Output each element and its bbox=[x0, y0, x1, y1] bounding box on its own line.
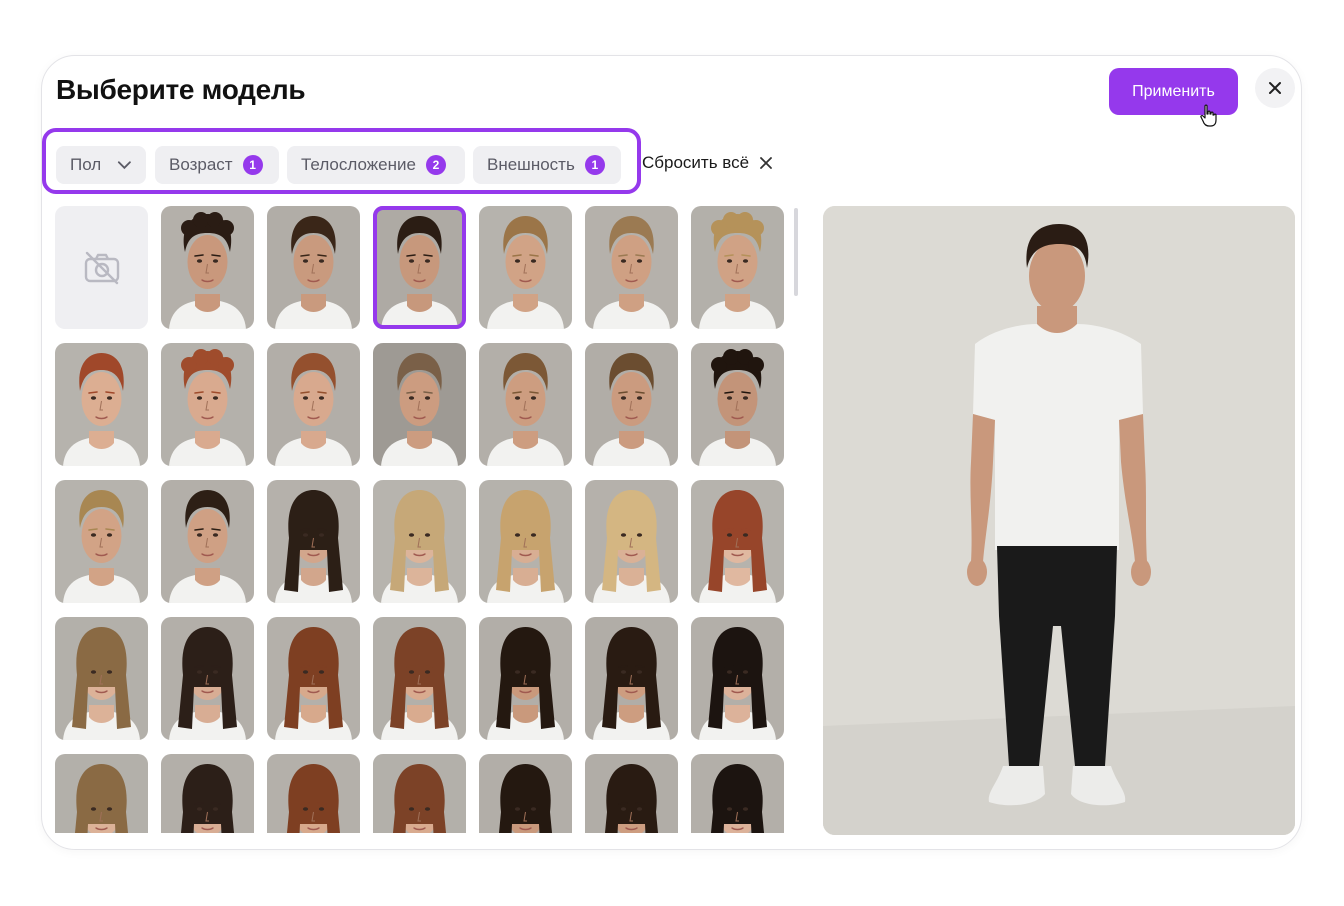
model-portrait bbox=[161, 206, 254, 329]
model-portrait bbox=[161, 617, 254, 740]
filter-age-label: Возраст bbox=[169, 155, 233, 174]
model-portrait bbox=[691, 754, 784, 833]
filter-build-label: Телосложение bbox=[301, 155, 416, 174]
model-portrait bbox=[267, 206, 360, 329]
model-portrait bbox=[55, 480, 148, 603]
model-tile[interactable] bbox=[691, 617, 784, 740]
hand-cursor-icon bbox=[1200, 104, 1217, 127]
model-tile[interactable] bbox=[267, 343, 360, 466]
chevron-down-icon bbox=[118, 161, 132, 170]
model-portrait bbox=[585, 343, 678, 466]
tshirt bbox=[973, 324, 1143, 550]
model-tile[interactable] bbox=[691, 480, 784, 603]
model-tile[interactable] bbox=[267, 754, 360, 833]
model-tile[interactable] bbox=[373, 206, 466, 329]
model-portrait bbox=[55, 617, 148, 740]
model-portrait bbox=[161, 480, 254, 603]
close-button[interactable] bbox=[1255, 68, 1295, 108]
model-tile[interactable] bbox=[161, 617, 254, 740]
model-portrait bbox=[585, 206, 678, 329]
model-portrait bbox=[55, 343, 148, 466]
model-tile[interactable] bbox=[373, 480, 466, 603]
model-portrait bbox=[585, 617, 678, 740]
model-preview bbox=[823, 206, 1295, 835]
model-tile[interactable] bbox=[161, 206, 254, 329]
model-portrait bbox=[373, 617, 466, 740]
model-portrait bbox=[267, 754, 360, 833]
model-tile[interactable] bbox=[479, 617, 572, 740]
model-portrait bbox=[55, 754, 148, 833]
model-portrait bbox=[691, 206, 784, 329]
no-photo-icon bbox=[84, 251, 119, 284]
model-portrait bbox=[479, 480, 572, 603]
model-tile[interactable] bbox=[585, 206, 678, 329]
close-icon bbox=[760, 157, 772, 169]
model-portrait bbox=[585, 754, 678, 833]
model-portrait bbox=[373, 206, 466, 329]
model-tile[interactable] bbox=[585, 343, 678, 466]
model-portrait bbox=[161, 343, 254, 466]
model-tile[interactable] bbox=[585, 617, 678, 740]
model-tile[interactable] bbox=[373, 343, 466, 466]
close-icon bbox=[1269, 82, 1281, 94]
model-tile[interactable] bbox=[585, 480, 678, 603]
model-preview-image bbox=[823, 206, 1295, 835]
model-portrait bbox=[161, 754, 254, 833]
model-tile[interactable] bbox=[161, 343, 254, 466]
model-tile[interactable] bbox=[55, 343, 148, 466]
model-portrait bbox=[267, 617, 360, 740]
model-portrait bbox=[585, 480, 678, 603]
model-tile[interactable] bbox=[267, 480, 360, 603]
left-hand bbox=[967, 558, 987, 586]
filter-gender-label: Пол bbox=[70, 155, 102, 174]
model-tile[interactable] bbox=[479, 480, 572, 603]
model-tile[interactable] bbox=[691, 754, 784, 833]
model-portrait bbox=[373, 754, 466, 833]
model-portrait bbox=[691, 343, 784, 466]
filter-appearance-label: Внешность bbox=[487, 155, 575, 174]
model-tile[interactable] bbox=[55, 480, 148, 603]
model-portrait bbox=[373, 343, 466, 466]
model-portrait bbox=[479, 343, 572, 466]
filter-age-count: 1 bbox=[242, 155, 263, 175]
filter-build[interactable]: Телосложение 2 bbox=[287, 146, 465, 184]
filter-gender[interactable]: Пол bbox=[56, 146, 146, 184]
model-tile[interactable] bbox=[479, 343, 572, 466]
model-tile[interactable] bbox=[373, 617, 466, 740]
model-portrait bbox=[479, 617, 572, 740]
filter-appearance-count: 1 bbox=[584, 155, 605, 175]
model-tile[interactable] bbox=[585, 754, 678, 833]
model-portrait bbox=[691, 617, 784, 740]
model-tile[interactable] bbox=[373, 754, 466, 833]
model-picker-modal: Выберите модель Применить Пол Возраст 1 … bbox=[41, 55, 1302, 850]
model-tile[interactable] bbox=[691, 206, 784, 329]
model-tile[interactable] bbox=[479, 206, 572, 329]
model-tile[interactable] bbox=[267, 617, 360, 740]
model-tile[interactable] bbox=[55, 617, 148, 740]
model-tile[interactable] bbox=[55, 754, 148, 833]
reset-all-button[interactable]: Сбросить всё bbox=[642, 153, 773, 173]
model-grid bbox=[55, 206, 787, 833]
model-tile[interactable] bbox=[161, 480, 254, 603]
model-portrait bbox=[691, 480, 784, 603]
filter-build-count: 2 bbox=[425, 155, 446, 175]
model-portrait bbox=[267, 480, 360, 603]
model-tile[interactable] bbox=[161, 754, 254, 833]
model-tile[interactable] bbox=[267, 206, 360, 329]
model-portrait bbox=[479, 206, 572, 329]
model-tile[interactable] bbox=[479, 754, 572, 833]
model-portrait bbox=[373, 480, 466, 603]
model-tile[interactable] bbox=[691, 343, 784, 466]
reset-all-label: Сбросить всё bbox=[642, 153, 750, 172]
modal-title: Выберите модель bbox=[56, 74, 306, 105]
model-tile-none[interactable] bbox=[55, 206, 148, 329]
head bbox=[1029, 240, 1085, 312]
floor bbox=[823, 706, 1295, 835]
model-portrait bbox=[479, 754, 572, 833]
right-hand bbox=[1131, 558, 1151, 586]
filter-age[interactable]: Возраст 1 bbox=[155, 146, 279, 184]
model-portrait bbox=[267, 343, 360, 466]
filter-appearance[interactable]: Внешность 1 bbox=[473, 146, 621, 184]
grid-scrollbar[interactable] bbox=[794, 208, 798, 296]
